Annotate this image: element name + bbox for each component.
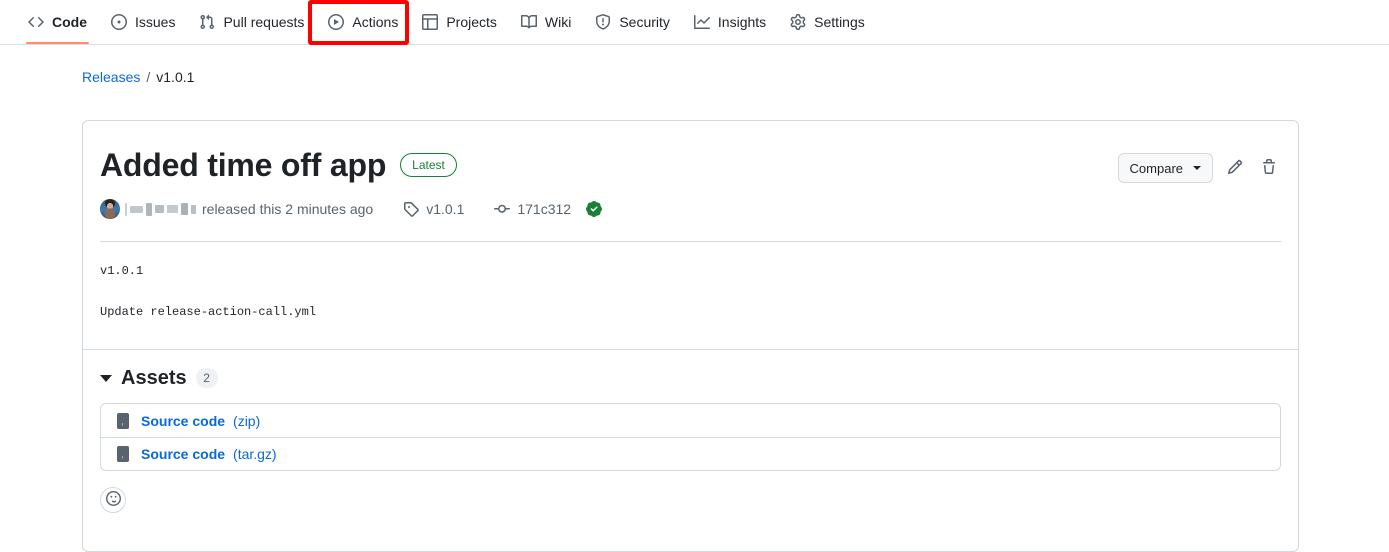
assets-title: Assets	[121, 367, 187, 390]
pencil-icon	[1227, 159, 1243, 178]
breadcrumb: Releases / v1.0.1	[0, 45, 1389, 85]
verified-check-icon	[586, 201, 603, 217]
asset-name-link[interactable]: Source code	[141, 446, 225, 462]
release-title-row: Added time off app Latest	[100, 145, 457, 185]
author-name-redacted	[125, 202, 196, 216]
release-commit[interactable]: 171c312	[494, 201, 603, 217]
list-item[interactable]: Source code (tar.gz)	[101, 437, 1280, 470]
nav-tab-settings-label: Settings	[814, 13, 865, 30]
release-tag[interactable]: v1.0.1	[403, 201, 464, 217]
delete-release-button[interactable]	[1257, 156, 1281, 180]
breadcrumb-releases-link[interactable]: Releases	[82, 69, 140, 85]
git-pull-request-icon	[199, 14, 215, 30]
nav-tab-code[interactable]: Code	[18, 0, 97, 44]
release-commit-sha: 171c312	[517, 201, 572, 217]
shield-icon	[595, 13, 611, 30]
nav-tab-projects[interactable]: Projects	[412, 0, 507, 44]
code-icon	[28, 14, 44, 30]
nav-tab-security[interactable]: Security	[585, 0, 680, 44]
edit-release-button[interactable]	[1223, 156, 1247, 180]
graph-icon	[693, 14, 710, 30]
released-text: released this 2 minutes ago	[202, 201, 374, 217]
release-body: v1.0.1 Update release-action-call.yml	[83, 242, 1298, 321]
book-icon	[520, 14, 537, 30]
table-icon	[422, 13, 439, 30]
assets-section: Assets 2 Source code (zip) Source code (	[83, 350, 1298, 472]
smiley-icon	[105, 491, 121, 509]
gear-icon	[790, 13, 806, 30]
nav-tab-insights[interactable]: Insights	[684, 0, 776, 44]
asset-extension: (zip)	[233, 412, 261, 429]
file-zip-icon	[115, 412, 131, 429]
nav-tab-actions[interactable]: Actions	[318, 0, 408, 44]
git-commit-icon	[494, 201, 511, 217]
file-zip-icon	[115, 446, 131, 463]
release-card: Added time off app Latest Compare releas…	[82, 120, 1299, 552]
list-item[interactable]: Source code (zip)	[101, 404, 1280, 437]
release-meta: released this 2 minutes ago v1.0.1 171c3…	[83, 185, 1298, 219]
breadcrumb-separator: /	[146, 69, 151, 85]
asset-name-link[interactable]: Source code	[141, 413, 225, 429]
release-header: Added time off app Latest Compare	[83, 121, 1298, 185]
nav-tab-insights-label: Insights	[717, 13, 767, 30]
asset-extension: (tar.gz)	[233, 446, 277, 463]
nav-tab-issues-label: Issues	[135, 13, 176, 30]
release-body-line-1: v1.0.1	[100, 264, 144, 278]
compare-button-label: Compare	[1129, 160, 1183, 176]
repo-nav: Code Issues Pull requests Actions Projec…	[0, 0, 1389, 45]
assets-list: Source code (zip) Source code (tar.gz)	[100, 403, 1281, 472]
nav-tab-wiki-label: Wiki	[544, 13, 572, 30]
nav-tab-security-label: Security	[619, 13, 670, 30]
chevron-down-icon	[1193, 166, 1201, 170]
nav-tab-projects-label: Projects	[446, 13, 497, 30]
latest-badge: Latest	[400, 153, 457, 177]
assets-count-badge: 2	[195, 368, 218, 389]
nav-tab-pull-requests[interactable]: Pull requests	[189, 0, 314, 44]
nav-tab-pull-requests-label: Pull requests	[223, 13, 305, 30]
reactions-section	[83, 471, 1298, 533]
assets-disclosure-header[interactable]: Assets 2	[100, 367, 1281, 390]
play-icon	[328, 13, 345, 30]
avatar	[100, 199, 120, 219]
nav-tab-settings[interactable]: Settings	[780, 0, 875, 44]
nav-tab-actions-label: Actions	[352, 13, 399, 30]
nav-tab-code-label: Code	[52, 13, 87, 30]
repo-nav-list: Code Issues Pull requests Actions Projec…	[18, 0, 875, 44]
breadcrumb-current: v1.0.1	[156, 69, 195, 85]
trash-icon	[1261, 158, 1277, 178]
page-root: Code Issues Pull requests Actions Projec…	[0, 0, 1389, 552]
compare-button[interactable]: Compare	[1117, 153, 1213, 183]
nav-tab-issues[interactable]: Issues	[101, 0, 185, 44]
nav-tab-wiki[interactable]: Wiki	[511, 0, 581, 44]
triangle-down-icon	[100, 374, 112, 382]
release-body-line-2: Update release-action-call.yml	[100, 304, 317, 319]
tag-icon	[403, 201, 419, 217]
release-title: Added time off app	[100, 147, 387, 183]
release-actions: Compare	[1117, 145, 1281, 183]
add-reaction-button[interactable]	[100, 487, 126, 514]
release-tag-label: v1.0.1	[426, 201, 465, 217]
issue-icon	[111, 13, 127, 30]
